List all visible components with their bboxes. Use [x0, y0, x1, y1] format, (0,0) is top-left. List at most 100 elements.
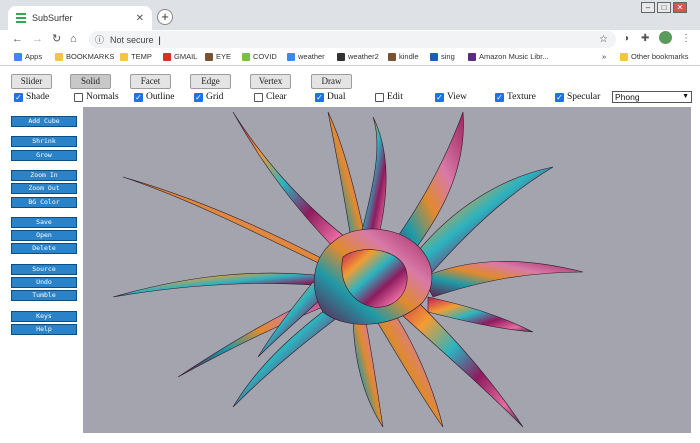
option-grid[interactable]: ✓ Grid: [194, 92, 223, 102]
option-specular[interactable]: ✓ Specular: [555, 92, 600, 102]
bookmark-item[interactable]: BOOKMARKS: [55, 52, 114, 61]
mode-button-facet[interactable]: Facet: [130, 74, 171, 89]
close-tab-icon[interactable]: ✕: [136, 13, 144, 24]
option-normals[interactable]: Normals: [74, 92, 119, 102]
subdivision-model: [112, 111, 584, 428]
chevron-down-icon: ▼: [682, 93, 689, 100]
bookmark-item[interactable]: sing: [430, 52, 455, 61]
checkbox-label: Specular: [567, 92, 601, 102]
mode-button-vertex[interactable]: Vertex: [250, 74, 291, 89]
checkbox[interactable]: [254, 92, 263, 102]
shading-value: Phong: [615, 92, 640, 102]
checkbox[interactable]: ✓: [194, 92, 203, 102]
save-button[interactable]: Save: [11, 216, 77, 228]
mode-button-edge[interactable]: Edge: [190, 74, 231, 89]
option-shade[interactable]: ✓ Shade: [14, 92, 49, 102]
undo-button[interactable]: Undo: [11, 277, 77, 288]
bookmark-label: BOOKMARKS: [66, 52, 115, 61]
checkbox[interactable]: [74, 92, 83, 102]
maximize-icon[interactable]: □: [657, 2, 671, 13]
reload-icon[interactable]: ↻: [52, 32, 61, 46]
bookmark-item[interactable]: kindle: [388, 52, 419, 61]
delete-button[interactable]: Delete: [11, 243, 77, 255]
back-icon[interactable]: ←: [12, 32, 23, 46]
title-bar: SubSurfer ✕ + – □ ✕: [0, 0, 700, 30]
bookmark-item[interactable]: weather: [287, 52, 325, 61]
extension-icon[interactable]: ◑: [623, 33, 629, 44]
checkbox-label: Grid: [206, 92, 224, 102]
bookmark-item[interactable]: COVID: [242, 52, 277, 61]
bookmark-icon: [388, 52, 396, 61]
mode-button-solid[interactable]: Solid: [70, 74, 111, 89]
bookmark-label: kindle: [399, 52, 419, 61]
option-texture[interactable]: ✓ Texture: [495, 92, 536, 102]
help-button[interactable]: Help: [11, 323, 77, 335]
tumble-button[interactable]: Tumble: [11, 290, 77, 302]
checkbox-label: Normals: [86, 92, 119, 102]
info-icon[interactable]: ⓘ: [95, 33, 104, 46]
other-bookmarks[interactable]: Other bookmarks: [620, 52, 689, 61]
browser-tab[interactable]: SubSurfer ✕: [8, 6, 152, 30]
checkbox[interactable]: ✓: [495, 92, 504, 102]
text-cursor: |: [158, 34, 161, 45]
option-clear[interactable]: Clear: [254, 92, 287, 102]
checkbox-label: Edit: [387, 92, 403, 102]
bookmark-icon: [287, 52, 295, 61]
shrink-button[interactable]: Shrink: [11, 136, 77, 148]
keys-button[interactable]: Keys: [11, 310, 77, 322]
grow-button[interactable]: Grow: [11, 149, 77, 161]
bookmark-item[interactable]: Apps: [14, 52, 42, 61]
checkbox-label: View: [447, 92, 468, 102]
bookmark-item[interactable]: weather2: [337, 52, 379, 61]
shading-select[interactable]: Phong ▼: [612, 91, 692, 103]
minimize-icon[interactable]: –: [641, 2, 655, 13]
bookmark-item[interactable]: TEMP: [120, 52, 152, 61]
add-cube-button[interactable]: Add Cube: [11, 116, 77, 127]
bookmark-label: Apps: [25, 52, 43, 61]
bookmark-star-icon[interactable]: ☆: [599, 34, 608, 45]
sheet-icon: [16, 13, 26, 23]
bookmark-item[interactable]: Amazon Music Libr...: [468, 52, 549, 61]
home-icon[interactable]: ⌂: [70, 32, 77, 46]
bookmark-icon: [55, 52, 63, 61]
checkbox[interactable]: [375, 92, 384, 102]
address-bar[interactable]: ⓘ Not secure | ☆: [89, 31, 616, 48]
forward-icon[interactable]: →: [32, 32, 43, 46]
checkbox[interactable]: ✓: [134, 92, 143, 102]
zoom-out-button[interactable]: Zoom Out: [11, 183, 77, 195]
3d-viewport[interactable]: [83, 107, 691, 433]
bookmark-item[interactable]: EYE: [205, 52, 231, 61]
avatar[interactable]: [659, 31, 672, 44]
bookmark-label: Amazon Music Libr...: [479, 52, 549, 61]
close-window-icon[interactable]: ✕: [673, 2, 687, 13]
menu-icon[interactable]: ⋮: [681, 33, 691, 44]
bookmark-label: weather: [298, 52, 325, 61]
bookmark-icon: [430, 52, 438, 61]
bookmark-item[interactable]: GMAIL: [163, 52, 197, 61]
source-button[interactable]: Source: [11, 263, 77, 275]
folder-icon: [620, 52, 628, 61]
more-bookmarks-button[interactable]: »: [602, 52, 606, 61]
other-bookmarks-label: Other bookmarks: [631, 52, 689, 61]
checkbox[interactable]: ✓: [435, 92, 444, 102]
bg-color-button[interactable]: BG Color: [11, 196, 77, 208]
bookmark-label: TEMP: [131, 52, 152, 61]
mode-button-slider[interactable]: Slider: [11, 74, 52, 89]
tab-title: SubSurfer: [32, 13, 73, 23]
checkbox[interactable]: ✓: [14, 92, 23, 102]
option-dual[interactable]: ✓ Dual: [315, 92, 345, 102]
bookmark-icon: [468, 52, 476, 61]
option-edit[interactable]: Edit: [375, 92, 403, 102]
zoom-in-button[interactable]: Zoom In: [11, 169, 77, 181]
mode-button-draw[interactable]: Draw: [311, 74, 352, 89]
checkbox[interactable]: ✓: [555, 92, 564, 102]
option-view[interactable]: ✓ View: [435, 92, 467, 102]
option-outline[interactable]: ✓ Outline: [134, 92, 175, 102]
bookmark-icon: [14, 52, 22, 61]
checkbox[interactable]: ✓: [315, 92, 324, 102]
puzzle-icon[interactable]: ✚: [641, 33, 649, 44]
open-button[interactable]: Open: [11, 230, 77, 242]
bookmark-label: EYE: [216, 52, 232, 61]
new-tab-button[interactable]: +: [157, 9, 173, 25]
bookmark-label: COVID: [253, 52, 277, 61]
